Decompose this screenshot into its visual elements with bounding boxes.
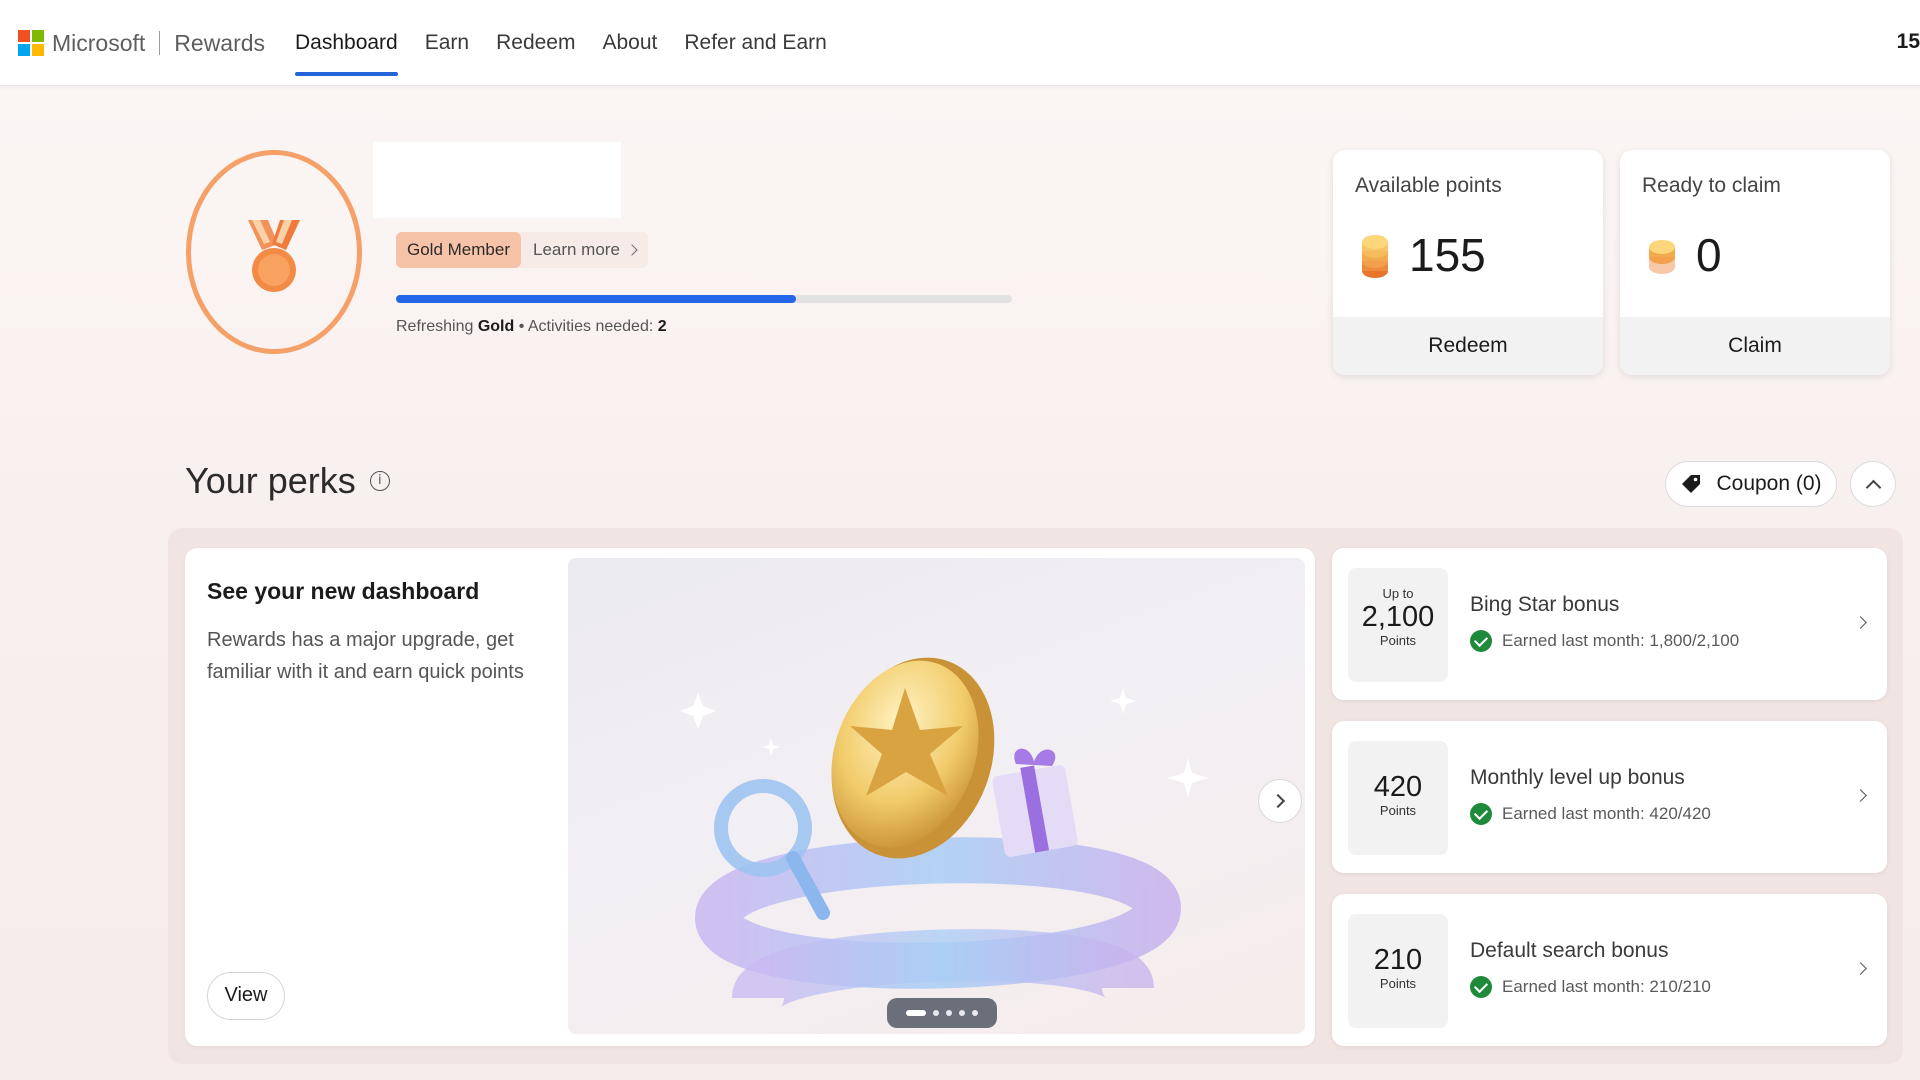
ready-to-claim-label: Ready to claim <box>1642 174 1781 197</box>
dashboard-card-title: See your new dashboard <box>207 578 480 604</box>
activities-needed: 2 <box>657 318 667 335</box>
bonus-status: Earned last month: 210/210 <box>1470 976 1711 998</box>
collapse-perks-button[interactable] <box>1850 461 1896 507</box>
status-level: Gold <box>477 318 515 335</box>
member-name-placeholder <box>373 142 621 218</box>
brand[interactable]: Microsoft Rewards <box>18 28 265 58</box>
gold-member-badge: Gold Member <box>396 232 521 268</box>
bonus-title: Monthly level up bonus <box>1470 766 1685 789</box>
redeem-button[interactable]: Redeem <box>1333 317 1603 375</box>
info-icon[interactable]: i <box>369 471 390 491</box>
chevron-up-icon <box>1865 479 1881 495</box>
bonus-status-text: Earned last month: 210/210 <box>1502 977 1711 996</box>
tag-icon <box>1682 475 1701 493</box>
level-status-caption: Refreshing Gold • Activities needed: 2 <box>396 318 667 336</box>
learn-more-link[interactable]: Learn more <box>521 232 648 268</box>
bonus-tile-unit: Points <box>1379 976 1417 991</box>
header-points-counter[interactable]: 15 <box>1897 30 1920 54</box>
microsoft-logo-icon <box>18 30 44 56</box>
chevron-right-icon <box>1854 789 1867 802</box>
product-name: Rewards <box>174 29 266 56</box>
available-points-card: Available points 155 Redeem <box>1333 150 1603 375</box>
bonus-title: Bing Star bonus <box>1470 593 1620 616</box>
nav-about[interactable]: About <box>602 0 657 86</box>
next-slide-button[interactable] <box>1258 779 1302 823</box>
top-navigation-bar: Microsoft Rewards Dashboard Earn Redeem … <box>0 0 1920 86</box>
carousel-dot[interactable] <box>906 1010 926 1016</box>
bonus-tile-unit: Points <box>1379 803 1417 818</box>
carousel-dot[interactable] <box>946 1010 952 1016</box>
gold-medal-icon <box>248 220 300 292</box>
carousel-dot[interactable] <box>972 1010 978 1016</box>
nav-earn[interactable]: Earn <box>425 0 469 86</box>
coin-gift-illustration-icon <box>680 657 1208 1011</box>
carousel-dot[interactable] <box>959 1010 965 1016</box>
bonus-title: Default search bonus <box>1470 939 1669 962</box>
coupon-button[interactable]: Coupon (0) <box>1665 461 1837 507</box>
view-button[interactable]: View <box>207 972 285 1020</box>
coin-stack-icon <box>1362 235 1388 278</box>
bonus-tile-value: 420 <box>1373 771 1423 803</box>
carousel-dot[interactable] <box>933 1010 939 1016</box>
bonus-points-tile: 210 Points <box>1348 914 1448 1028</box>
coupon-label: Coupon (0) <box>1716 472 1822 495</box>
ready-to-claim-card: Ready to claim 0 Claim <box>1620 150 1890 375</box>
ready-to-claim-value: 0 <box>1696 229 1722 281</box>
bonus-status-text: Earned last month: 1,800/2,100 <box>1502 631 1740 650</box>
rewards-dashboard-page: Microsoft Rewards Dashboard Earn Redeem … <box>0 0 1920 1080</box>
bonus-points-tile: 420 Points <box>1348 741 1448 855</box>
bonus-status-text: Earned last month: 420/420 <box>1502 804 1711 823</box>
level-progress-bar <box>396 295 1012 303</box>
rewards-illustration <box>568 558 1305 1034</box>
bonus-tile-value: 210 <box>1373 944 1423 976</box>
chevron-right-icon <box>1854 962 1867 975</box>
bonus-tile-prefix: Up to <box>1382 586 1414 601</box>
available-points-label: Available points <box>1355 174 1502 197</box>
perks-title: Your perks <box>185 460 356 501</box>
chevron-right-icon <box>1270 793 1286 809</box>
chevron-right-icon <box>1854 616 1867 629</box>
bonus-card-bing-star[interactable]: Up to 2,100 Points Bing Star bonus Earne… <box>1332 548 1887 700</box>
check-circle-icon <box>1470 803 1492 825</box>
dashboard-card-description: Rewards has a major upgrade, get familia… <box>207 629 524 683</box>
status-prefix: Refreshing <box>396 318 474 335</box>
learn-more-label: Learn more <box>532 240 620 259</box>
nav-dashboard[interactable]: Dashboard <box>295 0 398 86</box>
brand-name: Microsoft <box>52 29 146 56</box>
bonus-tile-value: 2,100 <box>1361 601 1435 633</box>
bonus-status: Earned last month: 420/420 <box>1470 803 1711 825</box>
bonus-card-monthly-level-up[interactable]: 420 Points Monthly level up bonus Earned… <box>1332 721 1887 873</box>
carousel-indicator <box>887 998 997 1028</box>
bonus-points-tile: Up to 2,100 Points <box>1348 568 1448 682</box>
nav-refer-and-earn[interactable]: Refer and Earn <box>684 0 826 86</box>
membership-badge: Gold Member Learn more <box>396 232 648 268</box>
claim-button[interactable]: Claim <box>1620 317 1890 375</box>
coin-stack-icon <box>1649 240 1675 274</box>
check-circle-icon <box>1470 630 1492 652</box>
bonus-card-default-search[interactable]: 210 Points Default search bonus Earned l… <box>1332 894 1887 1046</box>
level-progress-fill <box>396 295 797 303</box>
available-points-value: 155 <box>1409 229 1486 281</box>
status-separator: • Activities needed: <box>514 318 658 335</box>
check-circle-icon <box>1470 976 1492 998</box>
perks-heading: Your perks i <box>185 460 390 502</box>
chevron-right-icon <box>626 244 638 256</box>
bonus-status: Earned last month: 1,800/2,100 <box>1470 630 1739 652</box>
main-nav: Dashboard Earn Redeem About Refer and Ea… <box>295 0 854 86</box>
nav-redeem[interactable]: Redeem <box>496 0 575 86</box>
bonus-tile-unit: Points <box>1379 633 1417 648</box>
brand-divider <box>159 31 161 55</box>
new-dashboard-card: See your new dashboard Rewards has a maj… <box>185 548 1315 1046</box>
